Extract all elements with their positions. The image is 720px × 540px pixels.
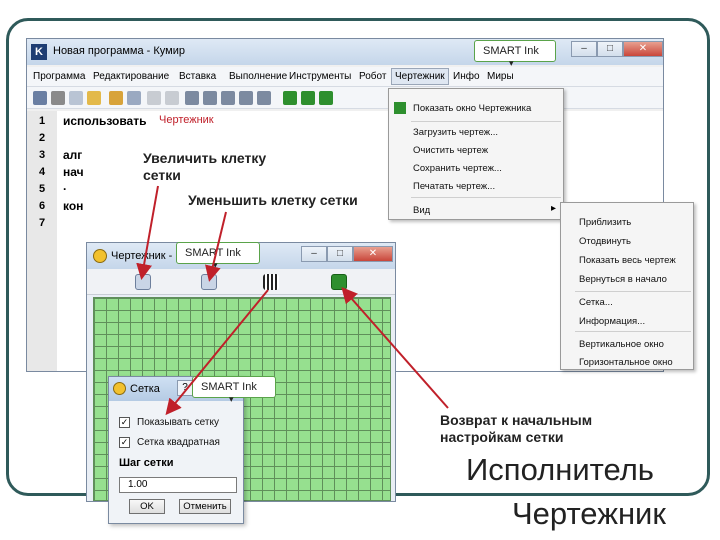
arrow-grid-settings	[165, 289, 269, 416]
arrow-reset	[341, 286, 449, 409]
arrow-zoom-in	[136, 185, 159, 280]
annotation-arrows	[136, 185, 449, 416]
arrow-zoom-out	[205, 211, 227, 282]
